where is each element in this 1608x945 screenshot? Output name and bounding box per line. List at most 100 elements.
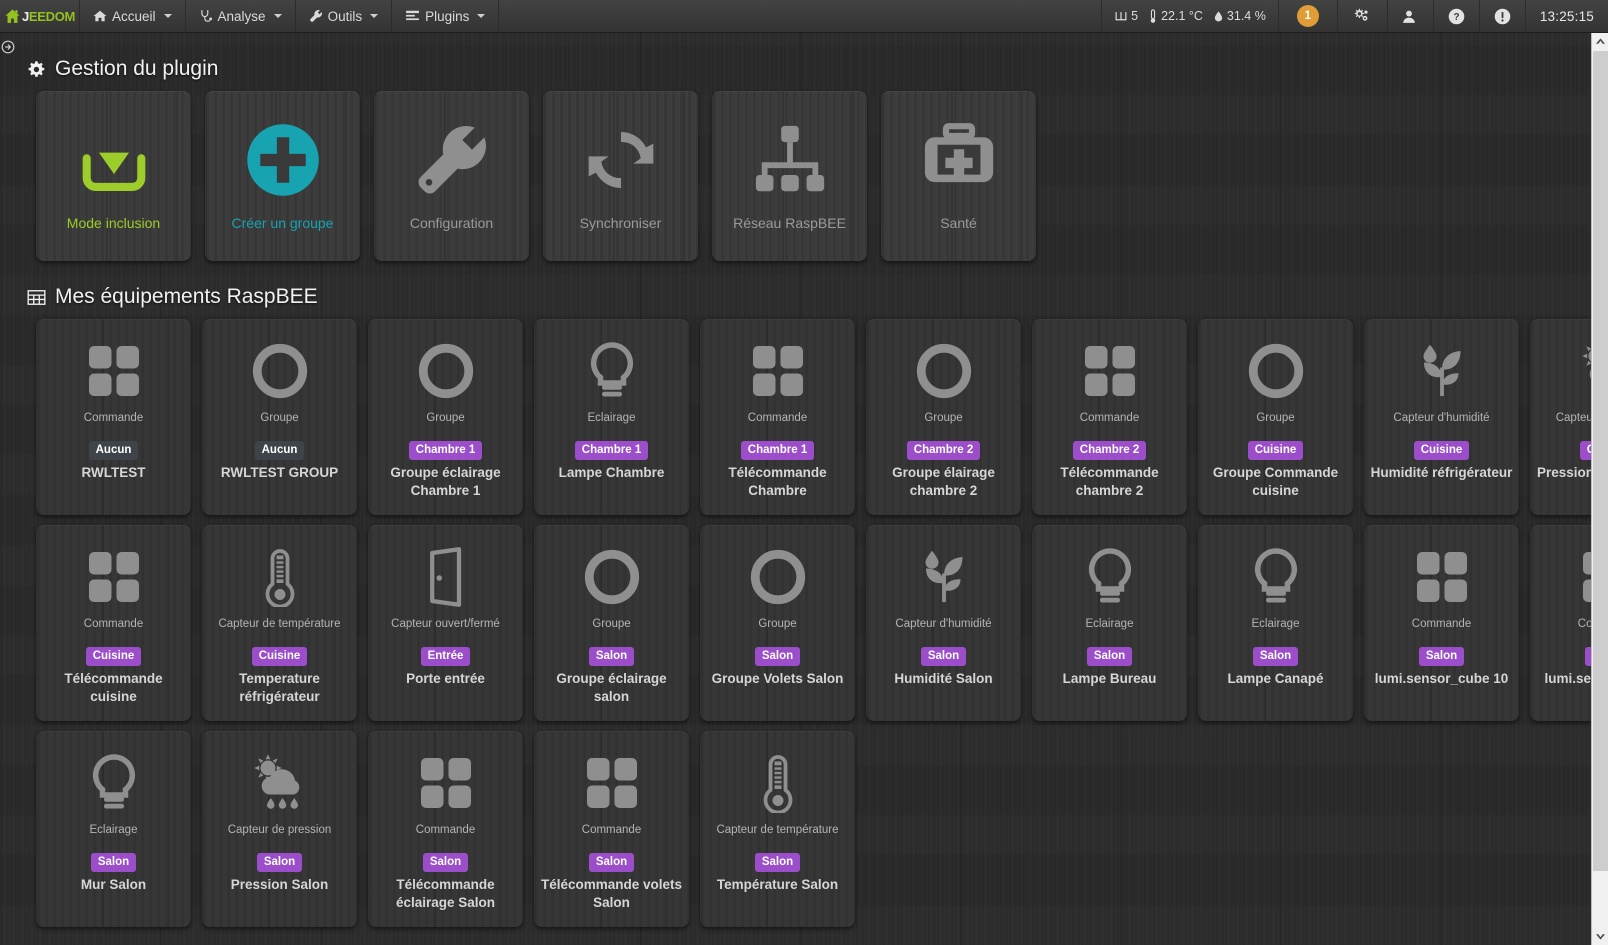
equipment-card[interactable]: Eclairage Salon Mur Salon <box>36 731 191 927</box>
equipment-card[interactable]: Capteur d'humidité Cuisine Humidité réfrig… <box>1364 319 1519 515</box>
equipment-room-badge: Cuisine <box>1579 441 1591 460</box>
sun-cloud-rain-icon <box>250 745 310 821</box>
nav-item-analyse[interactable]: Analyse <box>186 0 296 32</box>
nav-label-plugins: Plugins <box>425 8 470 24</box>
equipment-name: Temperature réfrigérateur <box>239 670 320 704</box>
equipment-card[interactable]: Capteur de température Cuisine Temperature… <box>202 525 357 721</box>
table-icon <box>27 288 46 307</box>
list-icon <box>405 9 420 23</box>
plugin-tile-label: Réseau RaspBEE <box>733 215 846 231</box>
equipment-card[interactable]: Commande Chambre 2 Télécommande chambre 2 <box>1032 319 1187 515</box>
plugin-tile-cr-er-un-groupe[interactable]: Créer un groupe <box>205 91 360 261</box>
equipment-type-label: Commande <box>581 824 642 836</box>
equipment-name: RWLTEST GROUP <box>220 464 339 480</box>
equipment-card[interactable]: Commande Salon Télécommande volets Salon <box>534 731 689 927</box>
equipment-name: Pression réfrigérateur <box>1536 464 1591 480</box>
equipment-card[interactable]: Capteur de température Salon Température S… <box>700 731 855 927</box>
notification-button[interactable]: 1 <box>1279 0 1338 32</box>
ring-icon <box>1246 333 1306 409</box>
equipment-card[interactable]: Groupe Cuisine Groupe Commande cuisine <box>1198 319 1353 515</box>
equipment-type-label: Eclairage <box>1085 618 1134 630</box>
equipment-card[interactable]: Groupe Salon Groupe éclairage salon <box>534 525 689 721</box>
equipment-card[interactable]: Capteur de pression Salon Pression Salon <box>202 731 357 927</box>
equipment-name: Télécommande chambre 2 <box>1060 464 1159 498</box>
window-count-status: 5 <box>1114 9 1138 23</box>
equipment-card[interactable]: Capteur ouvert/fermé Entrée Porte entrée <box>368 525 523 721</box>
plant-drop-icon <box>1412 333 1472 409</box>
scrollbar-thumb[interactable] <box>1593 51 1608 871</box>
user-icon <box>1402 9 1416 24</box>
plugin-tile-configuration[interactable]: Configuration <box>374 91 529 261</box>
equipment-type-label: Groupe <box>426 412 465 424</box>
equipment-room-badge: Salon <box>588 647 635 666</box>
equipment-card[interactable]: Groupe Chambre 1 Groupe éclairage Chambre … <box>368 319 523 515</box>
sidebar-toggle-button[interactable] <box>0 38 16 56</box>
equipment-card[interactable]: Commande Salon lumi.sensor_cube 10 <box>1364 525 1519 721</box>
equipment-room-badge: Cuisine <box>1413 441 1470 460</box>
equipment-room-badge: Salon <box>754 853 801 872</box>
ring-icon <box>582 539 642 615</box>
thermometer-icon <box>250 539 310 615</box>
plugin-tile-label: Santé <box>940 215 977 231</box>
download-inbox-icon <box>72 117 156 203</box>
plant-drop-icon <box>914 539 974 615</box>
equipment-room-badge: Aucun <box>88 441 139 460</box>
equipment-card[interactable]: Eclairage Salon Lampe Canapé <box>1198 525 1353 721</box>
plugin-tile-sant[interactable]: Santé <box>881 91 1036 261</box>
info-button[interactable] <box>1480 0 1526 32</box>
equipment-room-badge: Salon <box>588 853 635 872</box>
equipment-name: Groupe Commande cuisine <box>1212 464 1339 498</box>
equipment-card[interactable]: Capteur de pression Cuisine Pression réfri… <box>1530 319 1591 515</box>
temperature-value: 22.1 °C <box>1161 9 1203 23</box>
grid-squares-icon <box>416 745 476 821</box>
nav-item-accueil[interactable]: Accueil <box>80 0 186 32</box>
equipment-grid: Commande Aucun RWLTEST Groupe Aucun RWLTEST … <box>36 319 1591 927</box>
vertical-scrollbar[interactable] <box>1591 33 1608 945</box>
equipment-card[interactable]: CommandeSalonlumi.sensor_cube 9 <box>1530 525 1591 721</box>
ring-icon <box>416 333 476 409</box>
equipment-type-label: Capteur ouvert/fermé <box>391 618 500 630</box>
equipment-type-label: Commande <box>747 412 808 424</box>
plugin-tile-label: Créer un groupe <box>231 215 334 231</box>
jeedom-logo[interactable]: J EEDOM <box>0 0 80 32</box>
plugin-tile-synchroniser[interactable]: Synchroniser <box>543 91 698 261</box>
equipment-card[interactable]: Capteur d'humidité Salon Humidité Salon <box>866 525 1021 721</box>
equipment-card[interactable]: Commande Aucun RWLTEST <box>36 319 191 515</box>
equipment-type-label: Capteur de température <box>218 618 341 630</box>
equipment-card[interactable]: Eclairage Salon Lampe Bureau <box>1032 525 1187 721</box>
humidity-value: 31.4 % <box>1226 9 1266 23</box>
top-navigation-bar: J EEDOM Accueil Analyse Outils Plugins 5… <box>0 0 1608 33</box>
equipment-room-badge: Aucun <box>254 441 305 460</box>
wrench-icon <box>412 117 492 203</box>
equipment-card[interactable]: Groupe Chambre 2 Groupe élairage chambre 2 <box>866 319 1021 515</box>
scroll-down-button[interactable] <box>1592 928 1608 945</box>
equipment-card[interactable]: Eclairage Chambre 1 Lampe Chambre <box>534 319 689 515</box>
equipment-name: Groupe Volets Salon <box>711 670 844 686</box>
equipment-type-label: Commande <box>1079 412 1140 424</box>
equipment-name: lumi.sensor_cube 10 <box>1374 670 1509 686</box>
notification-count-badge: 1 <box>1296 5 1319 27</box>
equipment-card[interactable]: Groupe Aucun RWLTEST GROUP <box>202 319 357 515</box>
equipment-type-label: Eclairage <box>587 412 636 424</box>
equipment-card[interactable]: Commande Cuisine Télécommande cuisine <box>36 525 191 721</box>
equipment-room-badge: Cuisine <box>1247 441 1304 460</box>
equipment-card[interactable]: Groupe Salon Groupe Volets Salon <box>700 525 855 721</box>
plugin-tile-r-seau-raspbee[interactable]: Réseau RaspBEE <box>712 91 867 261</box>
plugin-management-title: Gestion du plugin <box>27 57 1591 81</box>
nav-item-outils[interactable]: Outils <box>296 0 393 32</box>
chevron-down-icon <box>273 14 282 18</box>
grid-squares-icon <box>582 745 642 821</box>
equipment-room-badge: Chambre 1 <box>574 441 649 460</box>
plugin-tile-mode-inclusion[interactable]: Mode inclusion <box>36 91 191 261</box>
settings-menu-button[interactable] <box>1338 0 1388 32</box>
user-menu-button[interactable] <box>1388 0 1434 32</box>
equipment-room-badge: Cuisine <box>251 647 308 666</box>
equipment-card[interactable]: Commande Chambre 1 Télécommande Chambre <box>700 319 855 515</box>
scroll-up-button[interactable] <box>1592 33 1608 50</box>
equipment-name: Télécommande éclairage Salon <box>395 876 496 910</box>
grid-squares-icon <box>84 539 144 615</box>
equipment-name: Télécommande cuisine <box>64 670 163 704</box>
equipment-card[interactable]: Commande Salon Télécommande éclairage Salo… <box>368 731 523 927</box>
nav-item-plugins[interactable]: Plugins <box>392 0 500 32</box>
help-button[interactable]: ? <box>1434 0 1480 32</box>
